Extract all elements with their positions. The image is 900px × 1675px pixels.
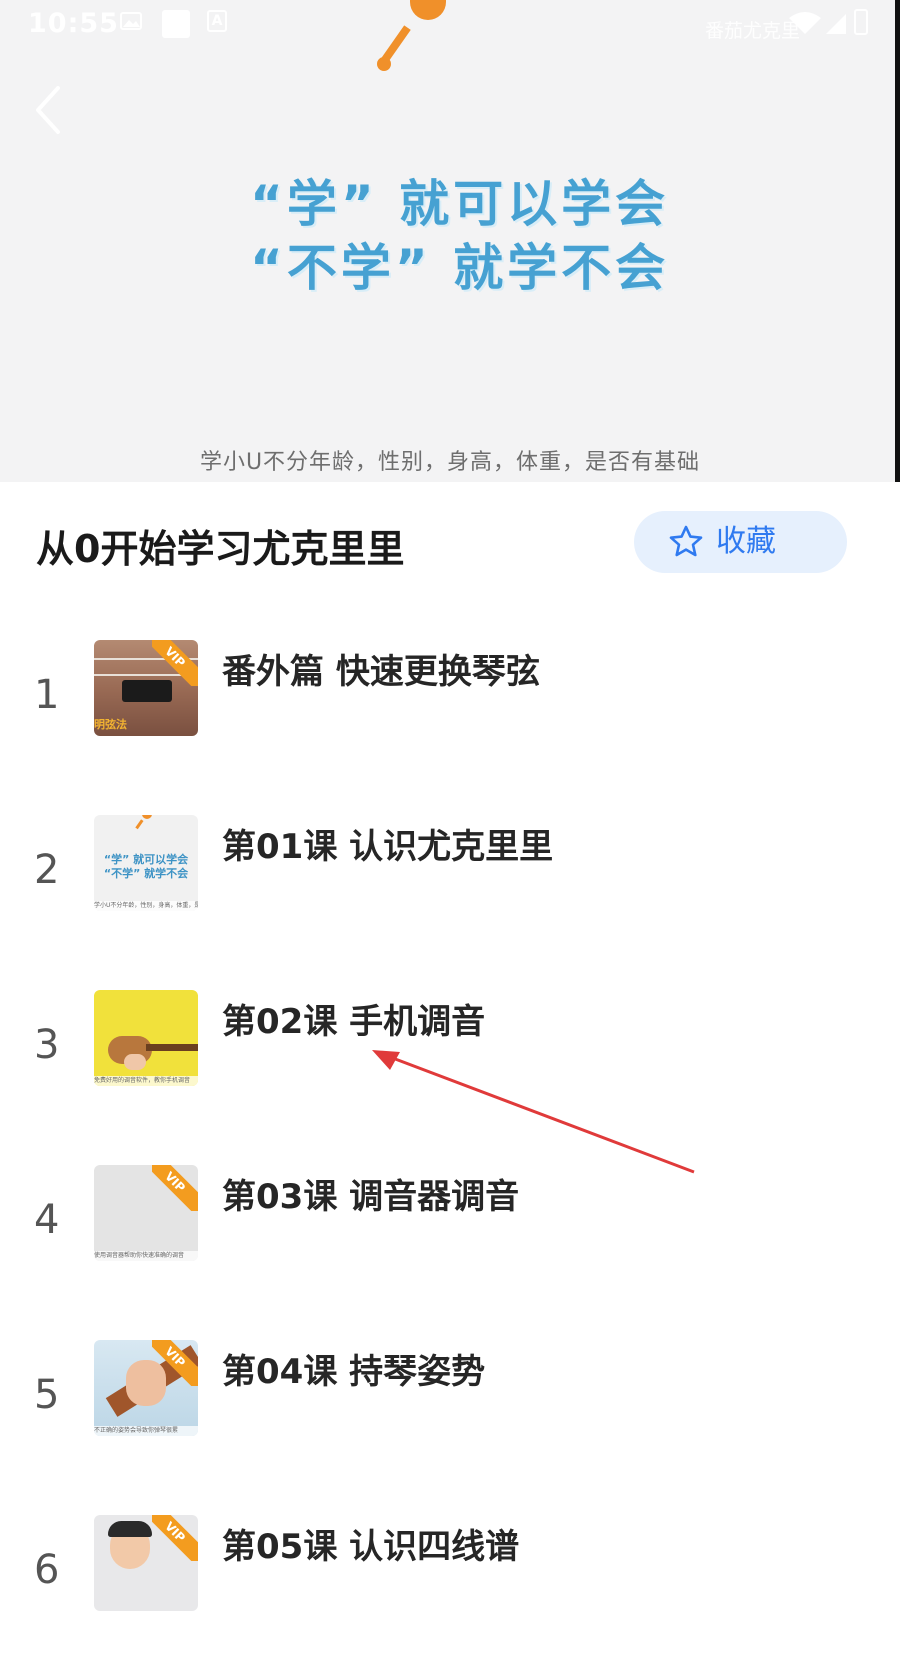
vip-label: VIP — [152, 1515, 198, 1561]
course-title: 从0开始学习尤克里里 — [36, 527, 405, 571]
slogan-line-2: “不学” 就学不会 — [250, 239, 670, 297]
vip-label: VIP — [152, 1165, 198, 1211]
lesson-title: 第01课 认识尤克里里 — [222, 827, 554, 867]
favorite-label: 收藏 — [716, 524, 776, 559]
lesson-thumbnail: VIP — [94, 1515, 198, 1611]
video-cover[interactable]: 10:55 A 番茄尤克里 “学” 就可以学会 “不学” 就学不会 学小U不分年… — [0, 0, 900, 482]
status-time: 10:55 — [28, 8, 119, 39]
lesson-item-3[interactable]: 3 免费好用的调音软件，教你手机调音 第02课 手机调音 — [0, 990, 900, 1150]
lesson-thumbnail: 明弦法 VIP — [94, 640, 198, 736]
hero-caption: 学小U不分年龄，性别，身高，体重，是否有基础 — [199, 450, 701, 475]
lesson-title: 第03课 调音器调音 — [222, 1177, 520, 1217]
lesson-number: 2 — [34, 847, 60, 893]
thumb-caption: 学小U不分年龄，性别，身高，体重，是否有基础 — [94, 901, 198, 911]
chevron-left-icon — [36, 86, 60, 134]
lesson-title: 番外篇 快速更换琴弦 — [222, 652, 540, 692]
carrier-name: 番茄尤克里 — [704, 20, 800, 42]
favorite-button[interactable]: 收藏 — [634, 511, 847, 573]
lesson-thumbnail: 使用调音器帮助你快速准确的调音 VIP — [94, 1165, 198, 1261]
thumb-caption: 不正确的姿势会导致你弹琴很累 — [94, 1426, 198, 1436]
thumb-slogan-2: “不学” 就学不会 — [103, 867, 189, 880]
square-icon — [162, 10, 190, 38]
lesson-item-2[interactable]: 2 “学” 就可以学会 “不学” 就学不会 学小U不分年龄，性别，身高，体重，是… — [0, 815, 900, 975]
vip-label: VIP — [152, 1340, 198, 1386]
vip-label: VIP — [152, 640, 198, 686]
ukulele-icon — [135, 815, 152, 830]
lesson-number: 4 — [34, 1197, 60, 1243]
thumb-caption: 使用调音器帮助你快速准确的调音 — [94, 1251, 198, 1261]
lesson-number: 6 — [34, 1547, 60, 1593]
lesson-thumbnail: “学” 就可以学会 “不学” 就学不会 学小U不分年龄，性别，身高，体重，是否有… — [94, 815, 198, 911]
lesson-thumbnail: 不正确的姿势会导致你弹琴很累 VIP — [94, 1340, 198, 1436]
lesson-item-5[interactable]: 5 不正确的姿势会导致你弹琴很累 VIP 第04课 持琴姿势 — [0, 1340, 900, 1500]
slogan-line-1: “学” 就可以学会 — [250, 175, 670, 233]
hero-edge-divider — [895, 0, 900, 482]
image-icon — [120, 12, 142, 30]
vip-badge: VIP — [152, 1340, 198, 1386]
star-outline-icon — [669, 525, 703, 557]
thumb-ukulele-neck — [146, 1044, 198, 1051]
font-a-icon: A — [207, 10, 227, 32]
lesson-title: 第02课 手机调音 — [222, 1002, 486, 1042]
lesson-number: 5 — [34, 1372, 60, 1418]
battery-icon — [854, 9, 868, 35]
back-button[interactable] — [30, 82, 70, 138]
wifi-icon — [789, 12, 821, 34]
signal-icon — [826, 14, 846, 34]
vip-badge: VIP — [152, 1165, 198, 1211]
thumb-hand — [124, 1054, 146, 1070]
lesson-title: 第05课 认识四线谱 — [222, 1527, 520, 1567]
lesson-item-6[interactable]: 6 VIP 第05课 认识四线谱 — [0, 1515, 900, 1675]
lesson-title: 第04课 持琴姿势 — [222, 1352, 486, 1392]
thumb-hair — [108, 1521, 152, 1537]
lesson-number: 3 — [34, 1022, 60, 1068]
status-bar: 10:55 A 番茄尤克里 — [0, 0, 900, 50]
lesson-item-1[interactable]: 1 明弦法 VIP 番外篇 快速更换琴弦 — [0, 640, 900, 800]
thumb-tag: 明弦法 — [94, 718, 127, 731]
lesson-number: 1 — [34, 672, 60, 718]
thumb-caption: 免费好用的调音软件，教你手机调音 — [94, 1076, 198, 1086]
vip-badge: VIP — [152, 640, 198, 686]
lesson-thumbnail: 免费好用的调音软件，教你手机调音 — [94, 990, 198, 1086]
vip-badge: VIP — [152, 1515, 198, 1561]
hero-slogan: “学” 就可以学会 “不学” 就学不会 — [250, 172, 670, 300]
lesson-item-4[interactable]: 4 使用调音器帮助你快速准确的调音 VIP 第03课 调音器调音 — [0, 1165, 900, 1325]
